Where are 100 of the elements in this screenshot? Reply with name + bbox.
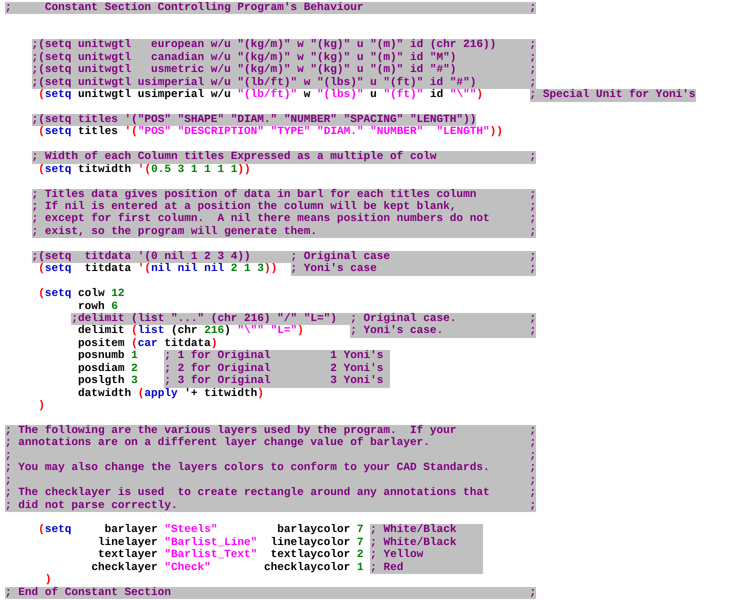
code-text: w [304,89,312,102]
parenthesis: '( [138,263,152,276]
code-text: titdata [84,263,132,276]
code-text: rowh [78,300,106,313]
code-keyword: apply [144,388,178,400]
parenthesis: ) [44,574,52,586]
code-text: checklaycolor [264,562,352,574]
code-text: (chr [170,325,199,338]
code-text: '+ titwidth [184,388,258,400]
string-literal: "Check" [164,562,211,574]
code-text: colw [78,288,106,300]
number-literal: 216 [204,325,224,338]
code-comment: ; except for first column. A nil there means position numbers do not ; [32,213,536,226]
code-text: posnumb [78,350,126,363]
parenthesis: ( [38,524,45,537]
code-text: delimit [78,325,126,338]
code-comment: ; annotations are on a different layer change value of barlayer. ; [5,437,536,450]
code-keyword: nil nil nil [151,263,224,276]
parenthesis: '( [124,126,138,139]
code-comment: ;(setq unitwgtl european w/u "(kg/m)" w "(kg)" u "(m)" id (chr 216)) ; [32,39,536,52]
code-comment: ; Width of each Column titles Expressed as a multiple of colw ; [32,151,536,164]
parenthesis: ( [38,126,45,139]
code-keyword: setq [44,524,72,537]
number-literal: 1 [131,350,138,363]
code-comment: ; 1 for Original 1 Yoni's [164,350,390,363]
parenthesis: ( [131,338,138,350]
code-comment: ;(setq unitwgtl usimperial w/u "(lb/ft)" w "(lbs)" u "(ft)" id "#") ; [32,76,536,90]
code-comment: ; The following are the various layers used by the program. If your ; [5,424,536,438]
code-comment: ;(setq unitwgtl usmetric w/u "(kg/m)" w "(kg)" u "(m)" id "#") ; [32,64,536,77]
parenthesis: ( [38,288,45,300]
string-literal: "(lbs)" [317,89,364,102]
parenthesis: ( [38,164,45,176]
code-comment: ; End of Constant Section ; [5,586,536,599]
code-comment: ; Yoni's case ; [290,263,536,276]
number-literal: 2 [131,362,138,376]
code-keyword: setq [44,263,72,276]
code-text: barlayer [104,524,159,537]
code-comment: ; Special Unit for Yoni's [530,89,696,102]
code-text: linelayer [98,536,159,549]
code-text: linelaycolor [270,536,352,549]
code-comment: ;(setq titles '("POS" "SHAPE" "DIAM." "NUMBER" "SPACING" "LENGTH")) [32,114,476,126]
code-keyword: car [138,338,158,350]
number-literal: 12 [111,288,125,300]
parenthesis: ( [38,89,45,102]
code-comment: ;(setq titdata '(0 nil 1 2 3 4)) ; Original case ; [32,250,536,264]
code-comment: ;(setq unitwgtl canadian w/u "(kg/m)" w "(kg)" u "(m)" id "M") ; [32,52,536,64]
number-literal: 2 [356,549,364,562]
code-comment: ; 3 for Original 3 Yoni's [164,375,390,388]
number-literal: 7 [356,524,364,537]
parenthesis: ) [476,89,484,102]
parenthesis: )) [490,126,503,139]
code-text: id [430,89,444,102]
parenthesis: ( [38,263,45,276]
parenthesis: ( [138,388,144,400]
code-text: datwidth [78,388,132,400]
parenthesis: ) [257,388,264,400]
number-literal: 1 [356,562,364,574]
code-text: checklayer [91,562,159,574]
code-comment: ; White/Black [370,524,484,537]
code-comment: ; If nil is entered at a position the column will be kept blank, ; [32,201,536,214]
code-comment: ; Yellow [370,549,484,562]
code-comment: ; ; [5,474,536,488]
code-comment: ;delimit (list "..." (chr 216) "/" "L=") ; Original case. ; [71,312,536,326]
number-literal: 3 [131,375,138,388]
string-literal: "(lb/ft)" [237,89,298,102]
string-literal: "\"" "L=" [237,325,298,338]
code-keyword: setq [44,164,72,176]
code-comment: ; Yoni's case. ; [350,325,536,338]
code-text: titles [78,126,119,139]
code-comment: ; Constant Section Controlling Program's Behaviour ; [5,2,536,14]
number-literal: 0.5 3 1 1 1 1 [151,164,238,176]
number-literal: 6 [111,300,118,313]
code-comment: ; did not parse correctly. ; [5,500,536,512]
parenthesis: ) [297,325,304,338]
parenthesis: ) [38,400,45,412]
code-text: ) [224,325,232,338]
code-text: titwidth [78,164,132,176]
string-literal: "\"" [450,89,476,102]
code-text: u [370,89,378,102]
number-literal: 2 1 3 [230,263,264,276]
string-literal: "Barlist_Line" [164,536,258,549]
string-literal: "Barlist_Text" [164,549,258,562]
code-comment: ; White/Black [370,536,484,550]
code-keyword: setq [44,126,72,139]
parenthesis: )) [237,164,251,176]
string-literal: "Steels" [164,524,218,537]
parenthesis: )) [264,263,278,276]
code-keyword: setq [44,89,72,102]
code-text: positem [78,338,126,350]
code-keyword: list [138,325,164,338]
string-literal: "POS" "DESCRIPTION" "TYPE" "DIAM." "NUMBER" "LENGTH" [138,126,490,139]
parenthesis: ( [131,325,138,338]
code-comment: ; You may also change the layers colors to conform to your CAD Standards. ; [5,462,536,475]
code-text: textlayer [98,549,159,562]
code-comment: ; 2 for Original 2 Yoni's [164,362,390,376]
code-comment: ; Red [370,562,484,574]
code-keyword: setq [44,288,72,300]
code-text: titdata [164,338,211,350]
parenthesis: '( [138,164,152,176]
code-text: textlaycolor [270,549,352,562]
